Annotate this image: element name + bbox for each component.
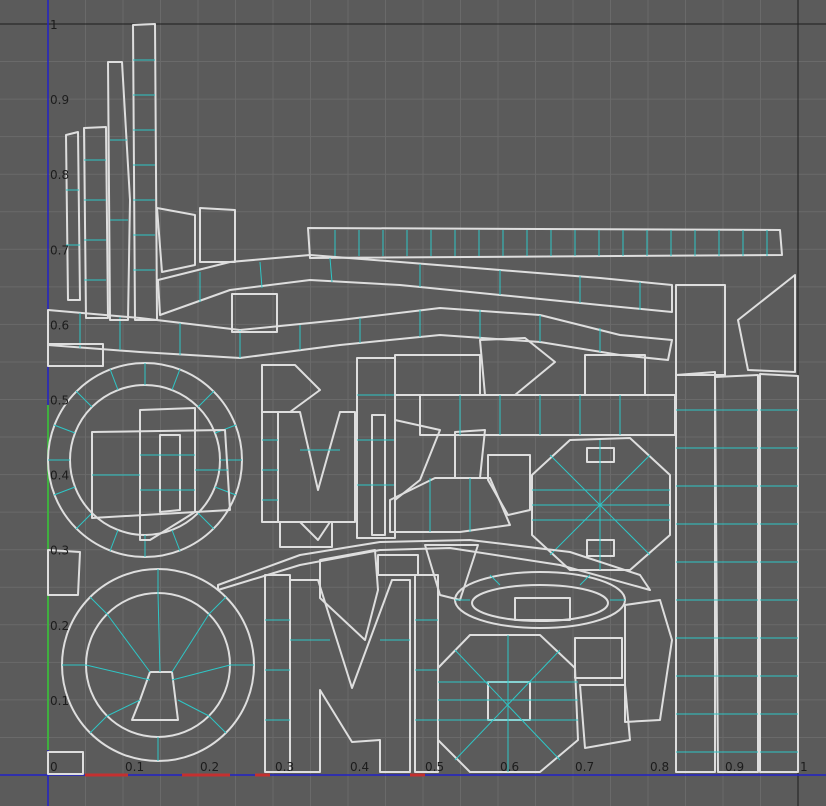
u-tick-label: 0.1 — [125, 760, 144, 774]
v-tick-label: 0.4 — [50, 469, 69, 483]
uv-editor-viewport[interactable]: 0 0.1 0.2 0.3 0.4 0.5 0.6 0.7 0.8 0.9 1 0.1 0.2 0.3 0.… — [0, 0, 826, 806]
uv-shell[interactable] — [261, 357, 396, 548]
u-tick-label: 0.4 — [350, 760, 369, 774]
v-tick-label: 0.1 — [50, 694, 69, 708]
u-tick-label: 0.9 — [725, 760, 744, 774]
v-tick-label: 0.5 — [50, 394, 69, 408]
u-tick-label: 0.7 — [575, 760, 594, 774]
v-tick-label: 0.2 — [50, 619, 69, 633]
uv-shell[interactable] — [307, 227, 783, 259]
uv-shell[interactable] — [47, 362, 243, 558]
grid — [0, 0, 826, 806]
u-tick-label: 0.2 — [200, 760, 219, 774]
uv-canvas[interactable]: 0 0.1 0.2 0.3 0.4 0.5 0.6 0.7 0.8 0.9 1 0.1 0.2 0.3 0.… — [0, 0, 826, 806]
uv-shell[interactable] — [61, 568, 255, 762]
uv-shell[interactable] — [454, 571, 626, 629]
v-tick-label: 0.9 — [50, 93, 69, 107]
uv-frame — [0, 0, 826, 806]
u-tick-label: 0 — [50, 760, 58, 774]
u-tick-label: 0.6 — [500, 760, 519, 774]
u-tick-label: 1 — [800, 760, 808, 774]
uv-shell[interactable] — [675, 274, 799, 773]
uv-shell[interactable] — [65, 23, 158, 321]
u-tick-label: 0.3 — [275, 760, 294, 774]
v-tick-label: 0.8 — [50, 168, 69, 182]
uv-shell[interactable] — [437, 599, 673, 773]
v-tick-label: 0.7 — [50, 243, 69, 257]
uv-shell[interactable] — [47, 254, 673, 361]
u-tick-label: 0.5 — [425, 760, 444, 774]
u-tick-label: 0.8 — [650, 760, 669, 774]
v-tick-label: 0.6 — [50, 318, 69, 332]
v-tick-label: 0.3 — [50, 544, 69, 558]
v-tick-label: 1 — [50, 18, 58, 32]
